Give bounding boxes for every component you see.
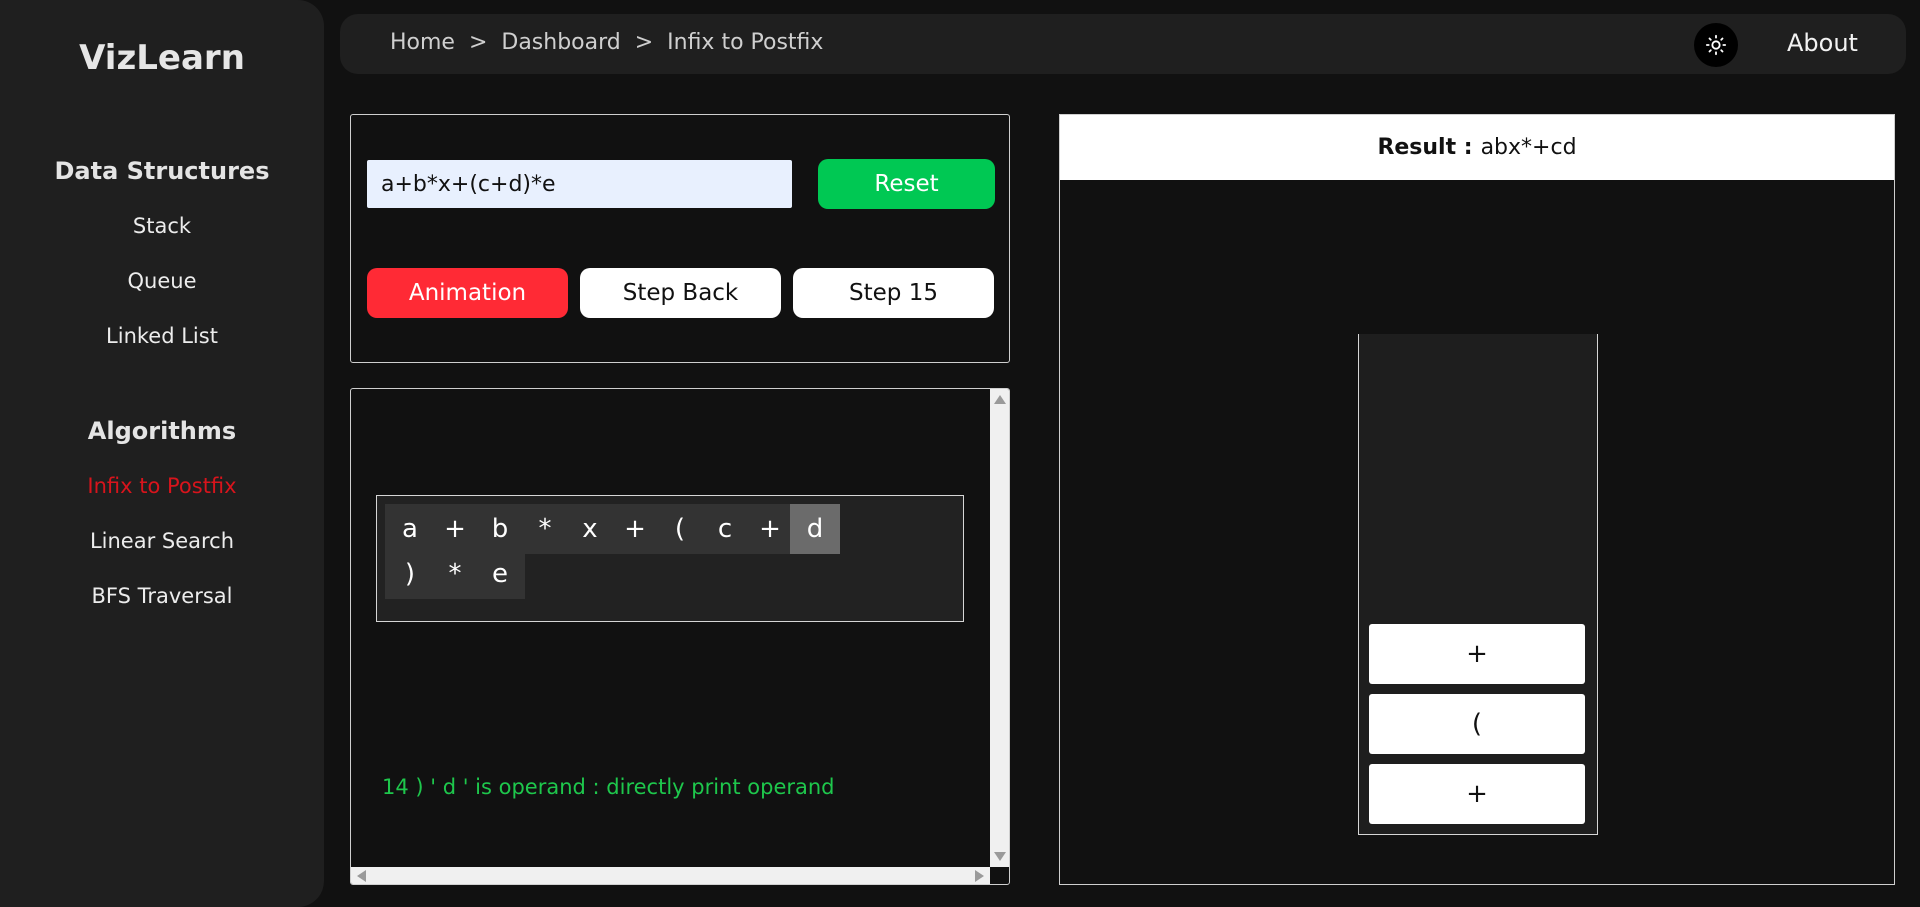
scroll-down-icon[interactable]: [994, 852, 1006, 861]
sidebar-item-linked-list[interactable]: Linked List: [0, 324, 324, 348]
expression-token: e: [475, 549, 525, 599]
expression-token: b: [475, 504, 525, 554]
expression-token: x: [565, 504, 615, 554]
reset-button[interactable]: Reset: [818, 159, 995, 209]
brand-logo[interactable]: VizLearn: [0, 38, 324, 78]
breadcrumb-dashboard[interactable]: Dashboard: [501, 30, 620, 55]
sidebar-item-stack[interactable]: Stack: [0, 214, 324, 238]
expression-token: +: [430, 504, 480, 554]
breadcrumb-home[interactable]: Home: [390, 30, 455, 55]
animation-button[interactable]: Animation: [367, 268, 568, 318]
sidebar-item-infix-to-postfix[interactable]: Infix to Postfix: [0, 474, 324, 498]
token-list: a + b * x +(c + d) * e: [376, 495, 964, 622]
sidebar-item-bfs-traversal[interactable]: BFS Traversal: [0, 584, 324, 608]
controls-panel: Reset Animation Step Back Step 15: [350, 114, 1010, 363]
expression-input[interactable]: [367, 160, 792, 208]
breadcrumb-separator: >: [620, 30, 668, 55]
sidebar: VizLearn Data Structures Stack Queue Lin…: [0, 0, 324, 907]
scroll-up-icon[interactable]: [994, 395, 1006, 404]
expression-token: +: [610, 504, 660, 554]
expression-token: d: [790, 504, 840, 554]
stack-item: +: [1369, 624, 1585, 684]
expression-tokens-panel: a + b * x +(c + d) * e 14 ) ' d ' is operand : di…: [350, 388, 1010, 885]
step-back-button[interactable]: Step Back: [580, 268, 781, 318]
step-message: 14 ) ' d ' is operand : directly print o…: [382, 775, 835, 799]
step-forward-button[interactable]: Step 15: [793, 268, 994, 318]
breadcrumb: Home > Dashboard > Infix to Postfix: [390, 30, 823, 55]
result-value: abx*+cd: [1480, 135, 1577, 160]
sun-icon: [1705, 34, 1727, 56]
expression-token: *: [520, 504, 570, 554]
vertical-scrollbar[interactable]: [990, 389, 1009, 867]
theme-toggle-button[interactable]: [1694, 23, 1738, 67]
scroll-right-icon[interactable]: [975, 870, 984, 882]
result-header: Result : abx*+cd: [1060, 115, 1894, 180]
algorithms-heading: Algorithms: [87, 417, 237, 445]
stack-item: +: [1369, 764, 1585, 824]
data-structures-heading: Data Structures: [54, 157, 270, 185]
horizontal-scrollbar[interactable]: [351, 867, 990, 884]
sidebar-item-queue[interactable]: Queue: [0, 269, 324, 293]
about-link[interactable]: About: [1787, 29, 1858, 57]
expression-token: ): [385, 549, 435, 599]
breadcrumb-current: Infix to Postfix: [667, 30, 824, 55]
expression-token: a: [385, 504, 435, 554]
expression-token: c: [700, 504, 750, 554]
scroll-left-icon[interactable]: [357, 870, 366, 882]
sidebar-item-linear-search[interactable]: Linear Search: [0, 529, 324, 553]
result-label: Result :: [1377, 135, 1473, 160]
expression-token: *: [430, 549, 480, 599]
stack-item: (: [1369, 694, 1585, 754]
operator-stack: + ( +: [1358, 334, 1598, 835]
expression-token: (: [655, 504, 705, 554]
result-panel: Result : abx*+cd + ( +: [1059, 114, 1895, 885]
top-bar: Home > Dashboard > Infix to Postfix Abou…: [340, 14, 1906, 74]
expression-token: +: [745, 504, 795, 554]
breadcrumb-separator: >: [454, 30, 502, 55]
